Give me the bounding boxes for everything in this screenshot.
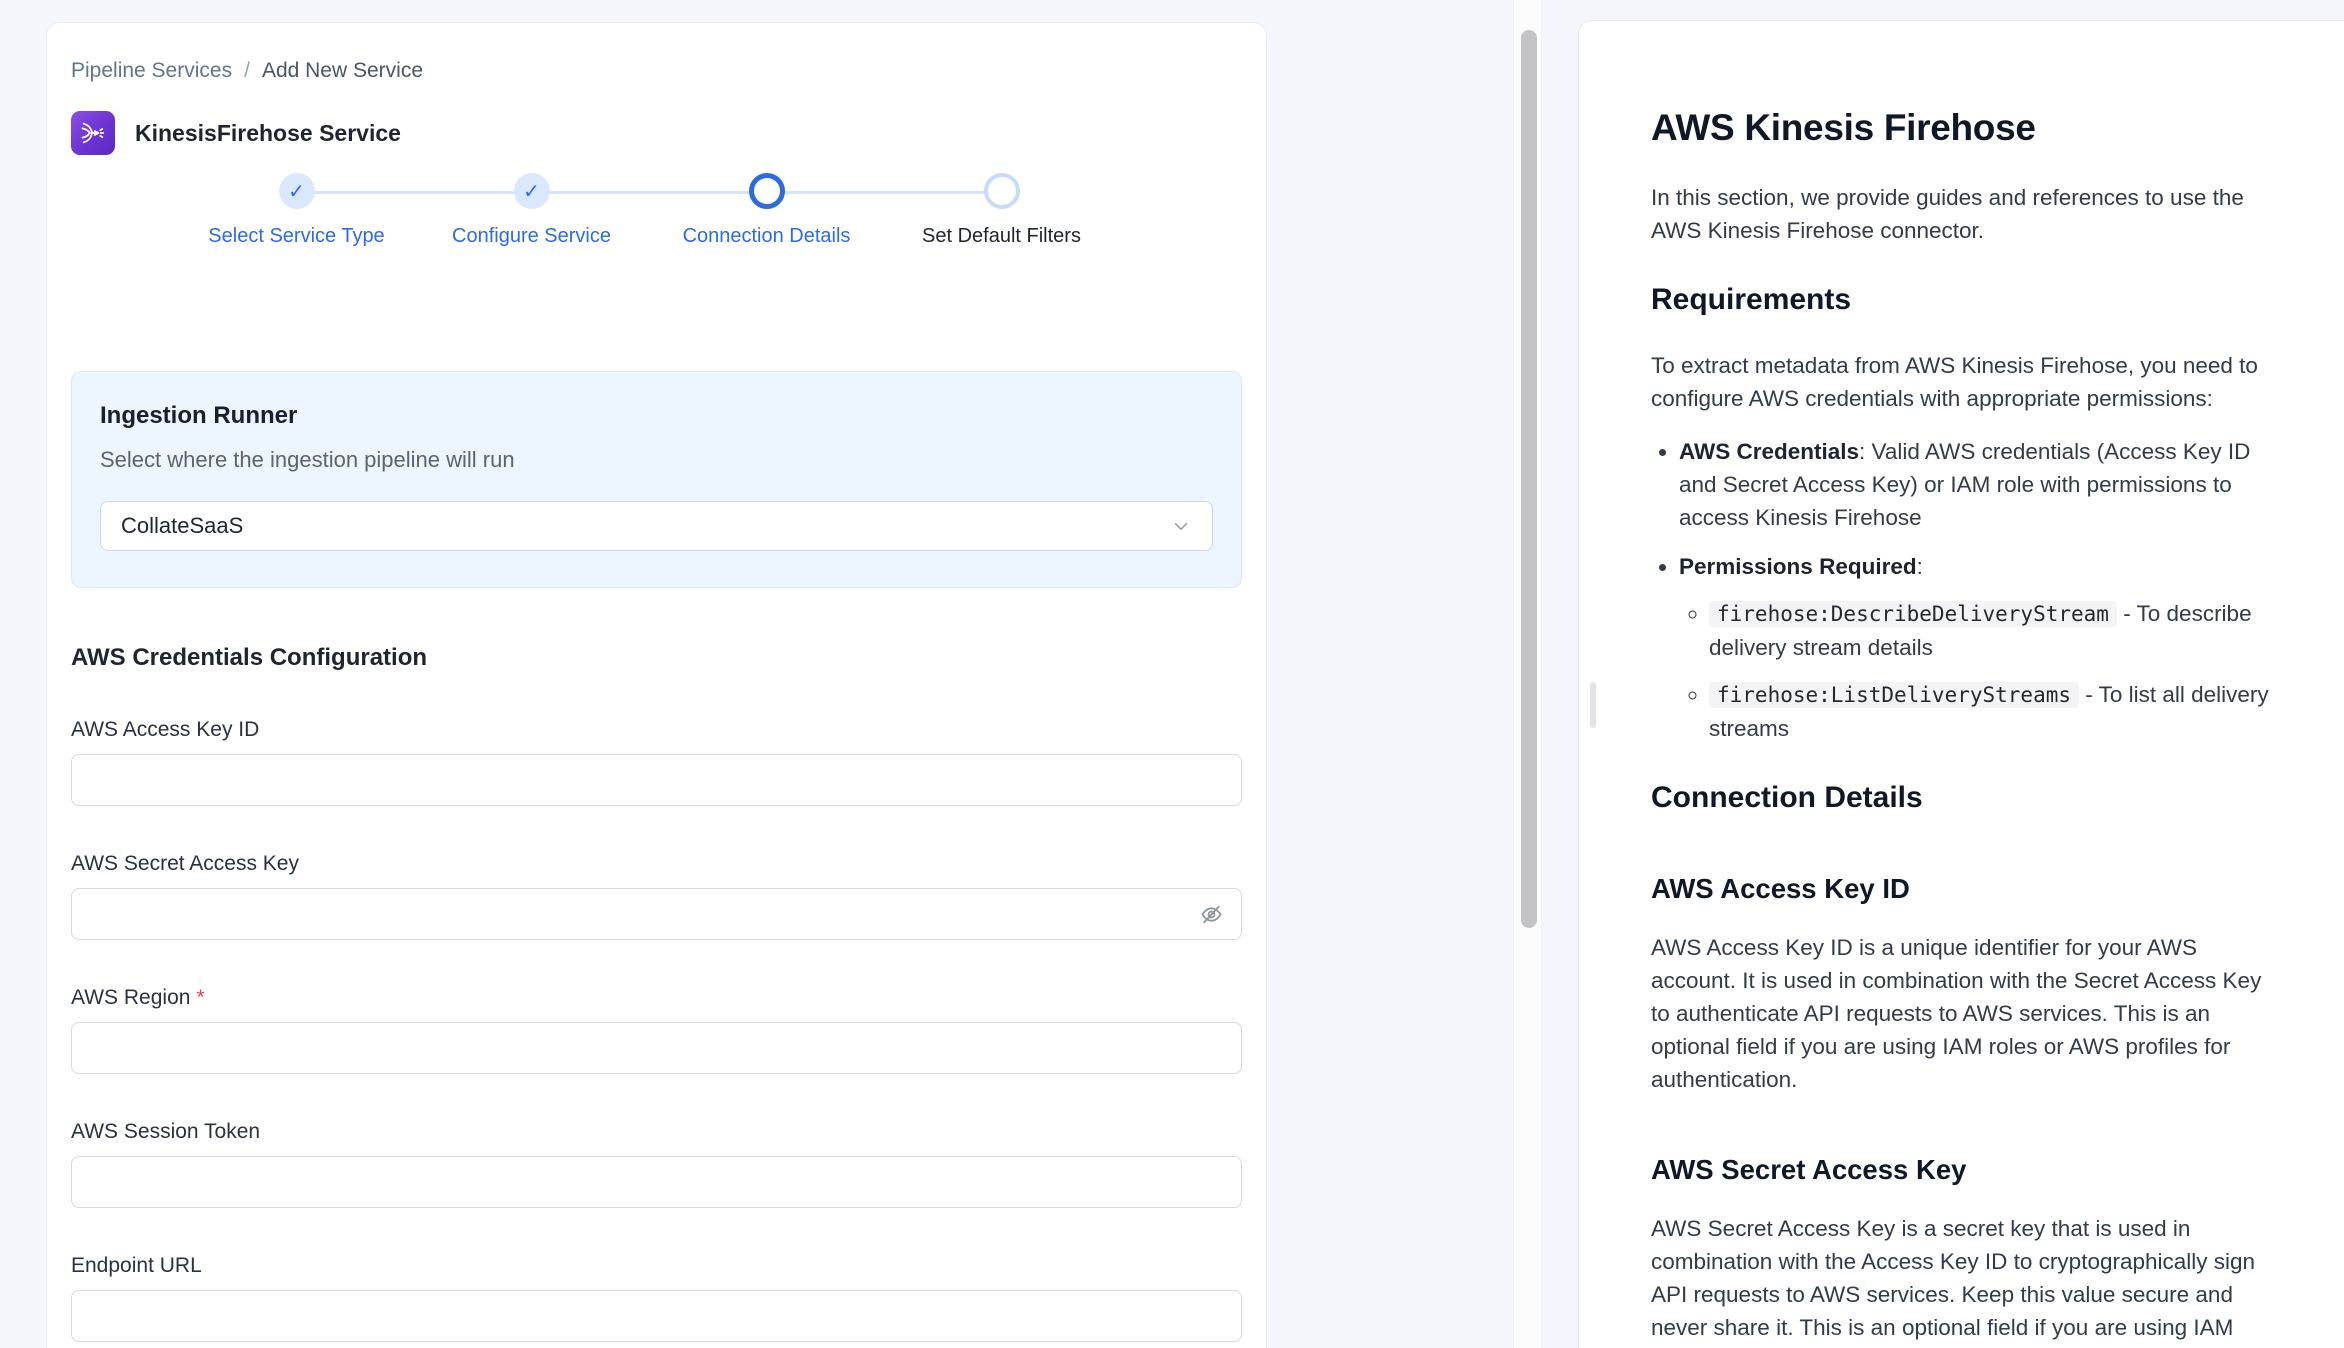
- step-label: Select Service Type: [208, 225, 384, 248]
- kinesis-firehose-icon: [71, 111, 115, 155]
- doc-section-heading: AWS Access Key ID: [1651, 873, 2286, 905]
- breadcrumb: Pipeline Services / Add New Service: [71, 59, 1242, 83]
- step-set-default-filters[interactable]: Set Default Filters: [884, 173, 1119, 248]
- permissions-list: firehose:DescribeDeliveryStream - To des…: [1679, 597, 2286, 745]
- ingestion-runner-title: Ingestion Runner: [100, 402, 1213, 430]
- step-label: Set Default Filters: [922, 225, 1081, 248]
- service-title: KinesisFirehose Service: [135, 120, 401, 147]
- input-wrap: [71, 1290, 1242, 1342]
- form-field-aws-access-key-id: AWS Access Key ID: [71, 718, 1242, 806]
- breadcrumb-pipeline-services[interactable]: Pipeline Services: [71, 59, 232, 83]
- form-field-endpoint-url: Endpoint URL: [71, 1254, 1242, 1342]
- ingestion-runner-select[interactable]: CollateSaaS: [100, 501, 1213, 551]
- field-label: AWS Access Key ID: [71, 718, 1242, 742]
- aws-region-input[interactable]: [71, 1022, 1242, 1074]
- form-field-aws-region: AWS Region*: [71, 986, 1242, 1074]
- field-label: AWS Secret Access Key: [71, 852, 1242, 876]
- input-wrap: [71, 1022, 1242, 1074]
- connection-details-heading: Connection Details: [1651, 781, 2286, 815]
- step-select-service-type[interactable]: ✓ Select Service Type: [179, 173, 414, 248]
- field-label: AWS Region*: [71, 986, 1242, 1010]
- doc-section-body: AWS Access Key ID is a unique identifier…: [1651, 931, 2286, 1096]
- doc-section-aws-access-key-id: AWS Access Key ID AWS Access Key ID is a …: [1651, 873, 2286, 1096]
- ingestion-runner-selected-value: CollateSaaS: [121, 513, 1170, 539]
- chevron-down-icon: [1170, 515, 1192, 537]
- docs-intro: In this section, we provide guides and r…: [1651, 181, 2286, 247]
- permission-code: firehose:ListDeliveryStreams: [1709, 682, 2079, 708]
- doc-section-body: AWS Secret Access Key is a secret key th…: [1651, 1212, 2286, 1348]
- stepper: ✓ Select Service Type ✓ Configure Service Co…: [179, 173, 1119, 285]
- breadcrumb-add-new-service: Add New Service: [262, 59, 423, 83]
- page: Pipeline Services / Add New Service Kine: [0, 0, 2344, 1348]
- input-wrap: [71, 888, 1242, 940]
- requirements-intro: To extract metadata from AWS Kinesis Fir…: [1651, 349, 2286, 415]
- permission-code: firehose:DescribeDeliveryStream: [1709, 601, 2117, 627]
- step-check-icon: ✓: [279, 173, 315, 209]
- left-panel-scrollbar-thumb[interactable]: [1521, 30, 1537, 928]
- aws-access-key-id-input[interactable]: [71, 754, 1242, 806]
- field-label: Endpoint URL: [71, 1254, 1242, 1278]
- aws-session-token-input[interactable]: [71, 1156, 1242, 1208]
- eye-invisible-icon[interactable]: [1196, 899, 1226, 929]
- required-asterisk: *: [196, 986, 204, 1009]
- form-section-title: AWS Credentials Configuration: [71, 644, 1242, 672]
- step-check-icon: ✓: [514, 173, 550, 209]
- breadcrumb-separator: /: [244, 59, 250, 83]
- step-circle-icon: [984, 173, 1020, 209]
- input-wrap: [71, 754, 1242, 806]
- step-circle-icon: [749, 173, 785, 209]
- docs-panel: AWS Kinesis Firehose In this section, we…: [1578, 20, 2344, 1348]
- input-wrap: [71, 1156, 1242, 1208]
- panel-resize-handle[interactable]: [1590, 682, 1596, 728]
- permission-item: firehose:ListDeliveryStreams - To list a…: [1709, 678, 2286, 745]
- form-field-aws-session-token: AWS Session Token: [71, 1120, 1242, 1208]
- step-configure-service[interactable]: ✓ Configure Service: [414, 173, 649, 248]
- requirement-item: Permissions Required:firehose:DescribeDe…: [1679, 550, 2286, 745]
- aws-secret-access-key-input[interactable]: [71, 888, 1242, 940]
- field-label: AWS Session Token: [71, 1120, 1242, 1144]
- requirements-heading: Requirements: [1651, 283, 2286, 317]
- step-label: Configure Service: [452, 225, 611, 248]
- service-header: KinesisFirehose Service: [71, 111, 1242, 155]
- left-panel-scrollbar-track[interactable]: [1513, 0, 1542, 1348]
- doc-section-aws-secret-access-key: AWS Secret Access Key AWS Secret Access K…: [1651, 1154, 2286, 1348]
- step-connection-details[interactable]: Connection Details: [649, 173, 884, 248]
- doc-section-heading: AWS Secret Access Key: [1651, 1154, 2286, 1186]
- permission-item: firehose:DescribeDeliveryStream - To des…: [1709, 597, 2286, 664]
- form-field-aws-secret-access-key: AWS Secret Access Key: [71, 852, 1242, 940]
- ingestion-runner-box: Ingestion Runner Select where the ingest…: [71, 371, 1242, 588]
- step-label: Connection Details: [683, 225, 851, 248]
- endpoint-url-input[interactable]: [71, 1290, 1242, 1342]
- ingestion-runner-subtitle: Select where the ingestion pipeline will…: [100, 447, 1213, 473]
- requirements-list: AWS Credentials: Valid AWS credentials (…: [1651, 435, 2286, 745]
- requirement-item: AWS Credentials: Valid AWS credentials (…: [1679, 435, 2286, 534]
- docs-title: AWS Kinesis Firehose: [1651, 107, 2286, 149]
- add-service-panel: Pipeline Services / Add New Service Kine: [46, 22, 1267, 1348]
